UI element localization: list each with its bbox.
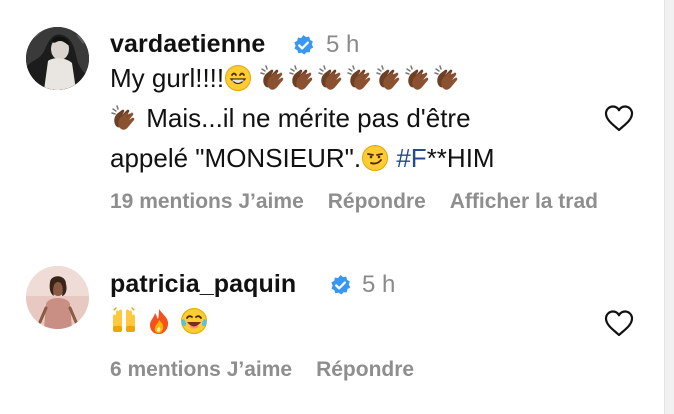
clapping-hands-emoji-icon (317, 64, 345, 92)
likes-count-link[interactable]: 6 mentions J’aime (110, 358, 292, 381)
face-with-tears-of-joy-emoji-icon (180, 307, 208, 335)
clapping-hands-emoji-icon (433, 64, 461, 92)
comment-username[interactable]: vardaetienne (110, 30, 265, 59)
comment-text-segment: Mais...il ne mérite pas d'être (146, 103, 471, 133)
comment-body: My gurl!!!! Mais...il ne mérite pas d'êt… (110, 58, 495, 178)
comment-item: patricia_paquin 5 h 6 mentions J’aime Rép… (0, 246, 665, 414)
reply-button[interactable]: Répondre (316, 358, 414, 381)
like-heart-icon[interactable] (603, 103, 635, 133)
translate-button[interactable]: Afficher la trad (450, 190, 598, 213)
comment-actions: 6 mentions J’aime Répondre (110, 358, 414, 382)
comment-line-1: My gurl!!!! (110, 58, 495, 98)
clapping-hands-emoji-icon (259, 64, 287, 92)
fire-emoji-icon (145, 307, 173, 335)
like-heart-icon[interactable] (603, 308, 635, 338)
comment-body (110, 301, 208, 341)
likes-count-link[interactable]: 19 mentions J’aime (110, 190, 304, 213)
grinning-face-emoji-icon (224, 64, 252, 92)
smirking-face-emoji-icon (361, 144, 389, 172)
verified-badge-icon (329, 274, 352, 297)
avatar-photo-icon (26, 266, 89, 329)
avatar-photo-icon (26, 27, 89, 90)
raising-hands-emoji-icon (110, 307, 138, 335)
comment-actions: 19 mentions J’aime Répondre Afficher la tr… (110, 190, 598, 214)
clapping-hands-emoji-icon (346, 64, 374, 92)
comment-username[interactable]: patricia_paquin (110, 270, 296, 299)
verified-badge-icon (292, 34, 315, 57)
comment-timestamp[interactable]: 5 h (362, 271, 395, 299)
comment-item: vardaetienne 5 h My gurl!!!! Mais...il n… (0, 0, 665, 236)
scrollbar-track[interactable] (664, 0, 674, 414)
clapping-hands-emoji-icon (288, 64, 316, 92)
avatar[interactable] (26, 266, 89, 329)
comment-text-segment: appelé "MONSIEUR". (110, 143, 362, 173)
clapping-hands-emoji-icon (404, 64, 432, 92)
comment-text-segment: **HIM (426, 143, 495, 173)
clapping-hands-emoji-icon (110, 104, 138, 132)
hashtag-link[interactable]: #F (396, 143, 426, 173)
comment-text-segment: My gurl!!!! (110, 63, 225, 93)
comment-timestamp[interactable]: 5 h (326, 31, 359, 59)
avatar[interactable] (26, 27, 89, 90)
clapping-hands-emoji-icon (375, 64, 403, 92)
comment-line-3: appelé "MONSIEUR". #F**HIM (110, 138, 495, 178)
comments-panel: vardaetienne 5 h My gurl!!!! Mais...il n… (0, 0, 674, 414)
comment-line-1 (110, 301, 208, 341)
comment-line-2: Mais...il ne mérite pas d'être (110, 98, 495, 138)
reply-button[interactable]: Répondre (328, 190, 426, 213)
